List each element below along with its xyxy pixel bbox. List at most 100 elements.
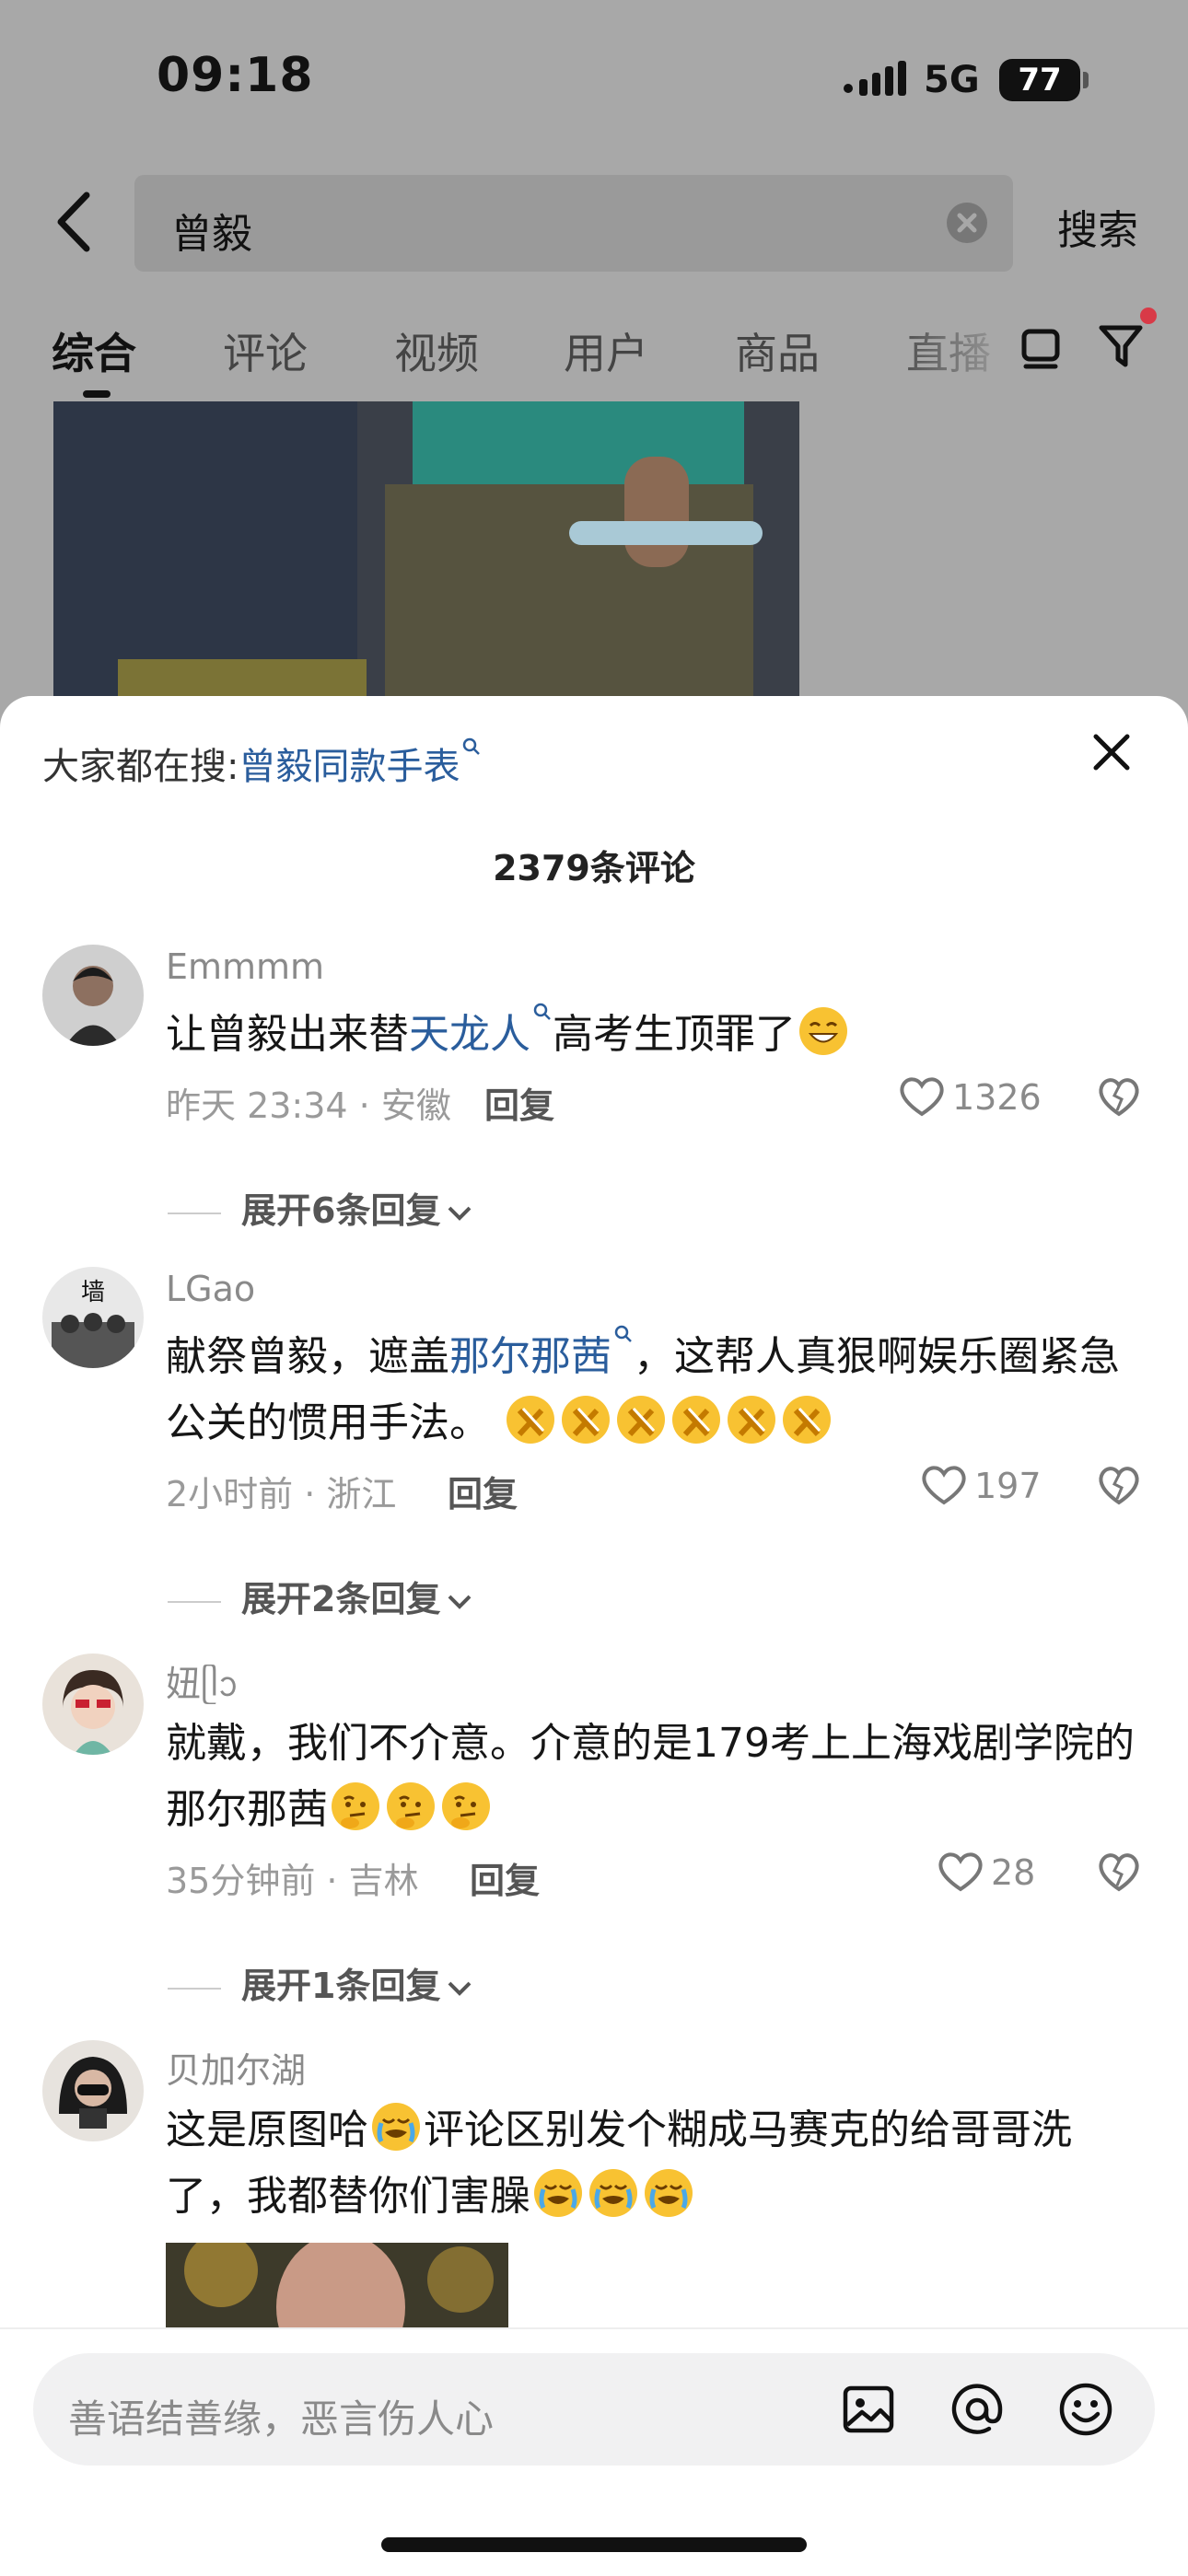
- close-icon[interactable]: [1090, 731, 1133, 773]
- signal-icon: [844, 61, 906, 96]
- clear-icon[interactable]: [947, 203, 987, 243]
- filter-icon[interactable]: [1098, 322, 1149, 372]
- crying-emoji-icon: [372, 2103, 420, 2151]
- comment-username[interactable]: 贝加尔湖: [166, 2042, 306, 2093]
- photo-region: [385, 484, 753, 696]
- list-icon[interactable]: [1019, 324, 1063, 370]
- search-small-icon: [614, 1325, 632, 1342]
- expand-label: 展开1条回复: [241, 1966, 441, 2006]
- search-small-icon: [463, 737, 481, 755]
- crying-emoji-icon: [589, 2169, 637, 2217]
- crying-emoji-icon: [645, 2169, 693, 2217]
- avatar[interactable]: 墙: [42, 1267, 144, 1368]
- thinking-emoji-icon: [387, 1782, 435, 1830]
- reply-button[interactable]: 回复: [470, 1852, 540, 1903]
- clap-emoji-icon: [617, 1396, 665, 1444]
- comment-text: 献祭曾毅，遮盖那尔那茜 ，这帮人真狠啊娱乐圈紧急公关的惯用手法。: [166, 1324, 1142, 1456]
- emoji-icon[interactable]: [1057, 2381, 1114, 2438]
- like-count: 197: [974, 1466, 1042, 1506]
- background-page: 09:18 5G 77 曾毅 搜索 综合 评论 视频 用户 商品 直播: [0, 0, 1188, 737]
- filter-badge: [1140, 307, 1157, 324]
- comment-text: 就戴，我们不介意。介意的是179考上上海戏剧学院的那尔那茜: [166, 1711, 1142, 1843]
- search-small-icon: [533, 1003, 551, 1020]
- status-bar: 09:18 5G 77: [0, 0, 1188, 157]
- tab-users[interactable]: 用户: [564, 320, 648, 381]
- heart-icon[interactable]: [897, 1073, 947, 1120]
- comment-keyword-link[interactable]: 天龙人: [409, 1011, 530, 1058]
- avatar[interactable]: [42, 945, 144, 1046]
- comment-count: 2379条评论: [493, 848, 695, 888]
- battery-cap: [1083, 72, 1089, 88]
- trending-search: 大家都在搜:曾毅同款手表: [42, 737, 482, 790]
- comment-sheet: 大家都在搜:曾毅同款手表 2379条评论 Emmmm 让曾毅出来替天龙人 高考生顶…: [0, 696, 1188, 2574]
- tab-products[interactable]: 商品: [735, 320, 820, 381]
- divider: [168, 1987, 221, 1990]
- comment-text-part: 让曾毅出来替: [166, 1011, 409, 1058]
- clap-emoji-icon: [783, 1396, 831, 1444]
- at-icon[interactable]: [949, 2381, 1006, 2438]
- tab-comments[interactable]: 评论: [223, 320, 308, 381]
- input-placeholder: 善语结善缘，恶言伤人心: [68, 2396, 495, 2442]
- reply-button[interactable]: 回复: [448, 1466, 518, 1516]
- video-thumbnail[interactable]: [53, 401, 799, 696]
- home-indicator: [381, 2537, 807, 2552]
- thinking-emoji-icon: [332, 1782, 379, 1830]
- dislike-icon[interactable]: [1096, 1849, 1142, 1895]
- comment-text: 让曾毅出来替天龙人 高考生顶罪了: [166, 1002, 1142, 1068]
- thinking-emoji-icon: [442, 1782, 490, 1830]
- dislike-icon[interactable]: [1096, 1073, 1142, 1120]
- photo-region: [53, 401, 357, 696]
- comment-meta: 2小时前 · 浙江: [166, 1474, 397, 1514]
- reply-button[interactable]: 回复: [484, 1077, 554, 1128]
- comment-username[interactable]: LGao: [166, 1269, 255, 1309]
- clap-emoji-icon: [728, 1396, 775, 1444]
- comment-keyword-link[interactable]: 那尔那茜: [449, 1333, 611, 1380]
- avatar[interactable]: [42, 1654, 144, 1755]
- comment-meta: 昨天 23:34 · 安徽: [166, 1085, 451, 1126]
- heart-icon[interactable]: [919, 1462, 969, 1508]
- divider: [168, 1212, 221, 1214]
- comment-text-part: 这是原图哈: [166, 2106, 368, 2153]
- chevron-down-icon: [448, 1981, 472, 1996]
- chevron-down-icon: [448, 1206, 472, 1221]
- tab-general[interactable]: 综合: [52, 320, 136, 381]
- like-count: 28: [991, 1852, 1036, 1893]
- trending-link[interactable]: 曾毅同款手表: [239, 746, 460, 788]
- comment-input[interactable]: 善语结善缘，恶言伤人心: [33, 2353, 1155, 2466]
- clap-emoji-icon: [562, 1396, 610, 1444]
- photo-region: [413, 401, 744, 484]
- comment-text-part: 献祭曾毅，遮盖: [166, 1333, 449, 1380]
- tab-bar: 综合 评论 视频 用户 商品 直播: [0, 313, 1188, 398]
- expand-label: 展开2条回复: [241, 1579, 441, 1619]
- comment-text-part: 高考生顶罪了: [553, 1011, 796, 1058]
- tab-fade: [884, 313, 1022, 396]
- back-icon[interactable]: [48, 190, 103, 254]
- chevron-down-icon: [448, 1595, 472, 1609]
- image-icon[interactable]: [840, 2381, 897, 2438]
- battery-icon: 77: [999, 59, 1080, 101]
- network-type: 5G: [924, 59, 980, 101]
- photo-region: [624, 457, 689, 567]
- search-query: 曾毅: [171, 211, 252, 258]
- photo-region: [118, 659, 367, 696]
- search-button[interactable]: 搜索: [1057, 197, 1138, 256]
- expand-replies-button[interactable]: 展开6条回复: [168, 1182, 473, 1233]
- heart-icon[interactable]: [936, 1849, 985, 1895]
- avatar[interactable]: [42, 2040, 144, 2141]
- comment-meta: 35分钟前 · 吉林: [166, 1861, 419, 1901]
- status-time: 09:18: [157, 48, 314, 103]
- search-input[interactable]: 曾毅: [134, 175, 1013, 272]
- expand-replies-button[interactable]: 展开1条回复: [168, 1957, 473, 2008]
- tab-videos[interactable]: 视频: [394, 320, 479, 381]
- divider: [168, 1600, 221, 1603]
- crying-emoji-icon: [534, 2169, 582, 2217]
- clap-emoji-icon: [507, 1396, 554, 1444]
- expand-replies-button[interactable]: 展开2条回复: [168, 1571, 473, 1621]
- comment-text: 这是原图哈 评论区别发个糊成马赛克的给哥哥洗了，我都替你们害臊: [166, 2097, 1142, 2230]
- expand-label: 展开6条回复: [241, 1190, 441, 1231]
- dislike-icon[interactable]: [1096, 1462, 1142, 1508]
- clap-emoji-icon: [672, 1396, 720, 1444]
- trending-label: 大家都在搜:: [42, 746, 239, 788]
- comment-username[interactable]: Emmmm: [166, 946, 324, 987]
- comment-username[interactable]: 妞ᥫᩣ: [166, 1655, 239, 1714]
